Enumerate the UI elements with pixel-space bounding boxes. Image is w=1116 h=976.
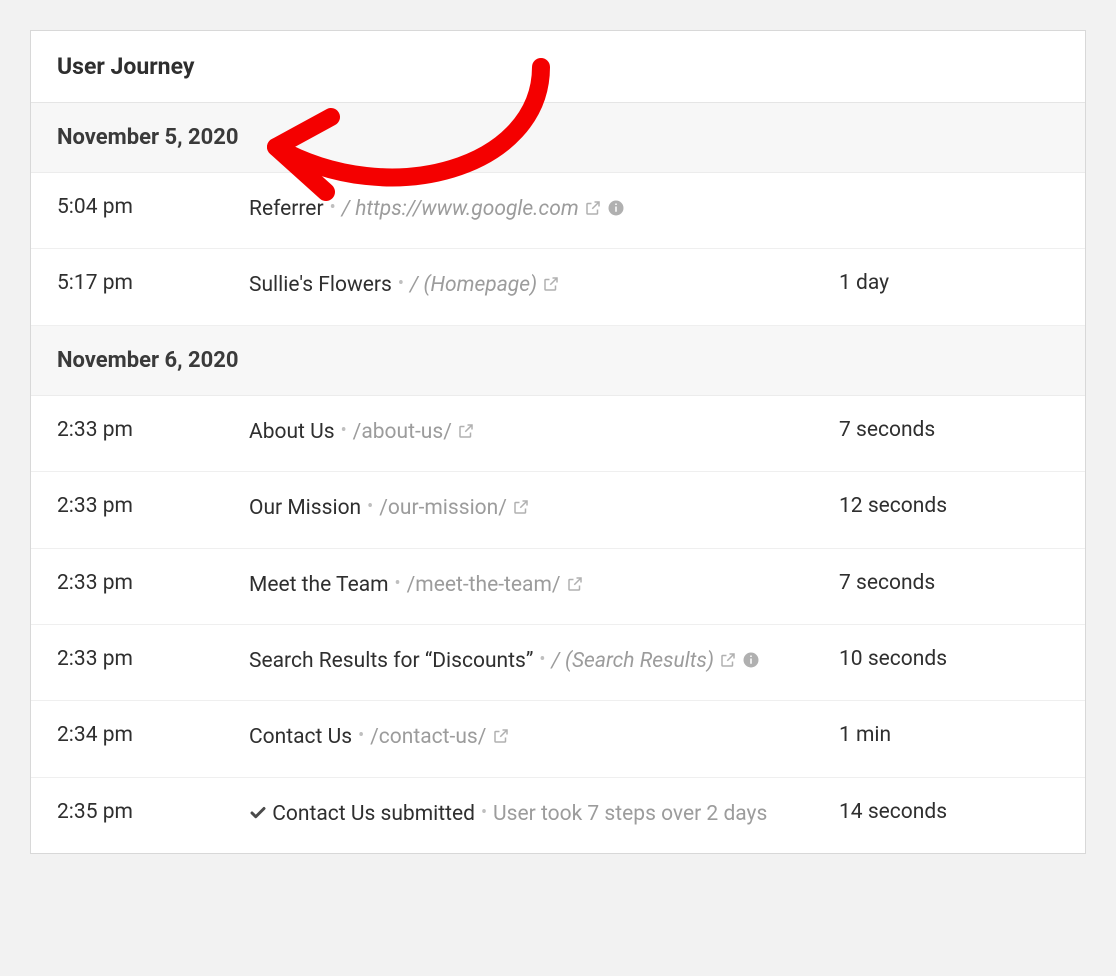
row-main: Our Mission•/our-mission/ [249,494,827,525]
row-duration: 12 seconds [839,494,1059,518]
separator-dot: • [335,420,353,441]
external-link-icon[interactable] [584,197,602,226]
row-title: Our Mission [249,496,361,520]
external-link-icon[interactable] [492,725,510,754]
row-duration: 7 seconds [839,418,1059,442]
journey-row: 2:35 pm Contact Us submitted•User took 7… [31,778,1085,853]
row-path: /meet-the-team/ [407,573,561,597]
row-main: Meet the Team•/meet-the-team/ [249,571,827,602]
row-time: 5:04 pm [57,195,237,219]
row-path: /about-us/ [353,420,452,444]
journey-row: 2:33 pm About Us•/about-us/ 7 seconds [31,396,1085,472]
row-path: /contact-us/ [370,725,486,749]
row-main: Sullie's Flowers•/ (Homepage) [249,271,827,302]
separator-dot: • [475,802,493,823]
separator-dot: • [392,273,410,294]
journey-row: 2:33 pm Search Results for “Discounts”•/ … [31,625,1085,701]
external-link-icon[interactable] [719,649,737,678]
journey-row: 2:33 pm Meet the Team•/meet-the-team/ 7 s… [31,549,1085,625]
row-duration: 1 min [839,723,1059,747]
row-duration: 14 seconds [839,800,1059,824]
row-duration: 10 seconds [839,647,1059,671]
row-duration: 1 day [839,271,1059,295]
separator-dot: • [324,197,342,218]
row-time: 2:33 pm [57,647,237,671]
row-path: / https://www.google.com [342,197,579,221]
row-path: /our-mission/ [379,496,507,520]
row-title: Sullie's Flowers [249,273,392,297]
row-main: Search Results for “Discounts”•/ (Search… [249,647,827,678]
row-title: Meet the Team [249,573,389,597]
row-main: Referrer•/ https://www.google.com [249,195,827,226]
info-icon[interactable] [607,197,625,226]
row-title: About Us [249,420,335,444]
panel-header: User Journey [31,31,1085,103]
row-title: Contact Us submitted [272,802,475,826]
date-header: November 6, 2020 [31,326,1085,396]
row-duration: 7 seconds [839,571,1059,595]
check-icon [249,802,267,831]
journey-row: 2:34 pm Contact Us•/contact-us/ 1 min [31,701,1085,777]
external-link-icon[interactable] [566,573,584,602]
external-link-icon[interactable] [542,273,560,302]
row-main: Contact Us submitted•User took 7 steps o… [249,800,827,831]
row-main: About Us•/about-us/ [249,418,827,449]
row-path: User took 7 steps over 2 days [493,802,767,826]
row-title: Search Results for “Discounts” [249,649,533,673]
row-path: / (Search Results) [551,649,714,673]
row-path: / (Homepage) [410,273,537,297]
info-icon[interactable] [742,649,760,678]
user-journey-panel: User Journey November 5, 2020 5:04 pm Refe… [30,30,1086,854]
journey-row: 2:33 pm Our Mission•/our-mission/ 12 seco… [31,472,1085,548]
page-title: User Journey [57,53,1059,80]
separator-dot: • [352,725,370,746]
separator-dot: • [389,573,407,594]
row-time: 5:17 pm [57,271,237,295]
date-header: November 5, 2020 [31,103,1085,173]
separator-dot: • [361,496,379,517]
row-main: Contact Us•/contact-us/ [249,723,827,754]
external-link-icon[interactable] [457,420,475,449]
separator-dot: • [533,649,551,670]
journey-row: 5:04 pm Referrer•/ https://www.google.com [31,173,1085,249]
row-time: 2:33 pm [57,571,237,595]
row-time: 2:34 pm [57,723,237,747]
row-title: Contact Us [249,725,352,749]
external-link-icon[interactable] [512,496,530,525]
journey-row: 5:17 pm Sullie's Flowers•/ (Homepage) 1 d… [31,249,1085,325]
row-title: Referrer [249,197,324,221]
row-time: 2:33 pm [57,418,237,442]
row-time: 2:35 pm [57,800,237,824]
row-time: 2:33 pm [57,494,237,518]
